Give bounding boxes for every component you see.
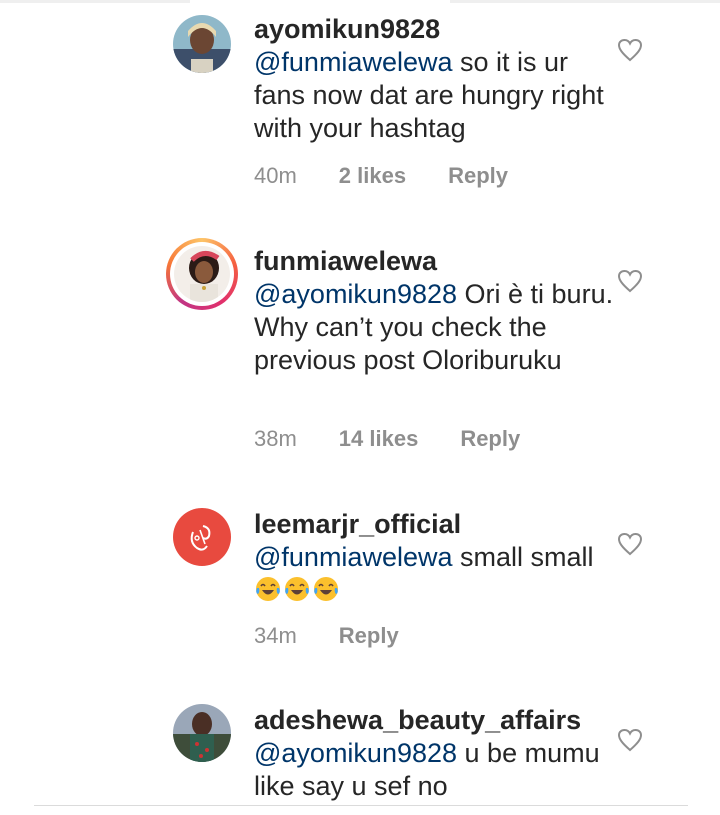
comment-mention[interactable]: @funmiawelewa (254, 542, 453, 572)
avatar[interactable] (173, 508, 231, 566)
avatar[interactable] (166, 238, 238, 310)
comment-mention[interactable]: @funmiawelewa (254, 47, 453, 77)
comment-body: adeshewa_beauty_affairs @ayomikun9828 u … (254, 704, 614, 803)
avatar[interactable] (173, 704, 231, 762)
laughing-emoji-group (254, 575, 341, 605)
reply-button[interactable]: Reply (339, 623, 399, 648)
comment-username[interactable]: ayomikun9828 (254, 13, 614, 46)
comment-time: 40m (254, 163, 297, 188)
comment-mention[interactable]: @ayomikun9828 (254, 279, 457, 309)
avatar[interactable] (173, 15, 231, 73)
comment-mention[interactable]: @ayomikun9828 (254, 738, 457, 768)
comment-likes[interactable]: 14 likes (339, 426, 419, 451)
comment-meta: 40m 2 likes Reply (254, 163, 550, 189)
face-with-tears-of-joy-emoji (256, 577, 280, 601)
heart-outline-icon[interactable] (617, 269, 643, 293)
face-with-tears-of-joy-emoji (314, 577, 338, 601)
comment-time: 34m (254, 623, 297, 648)
comment-username[interactable]: funmiawelewa (254, 245, 614, 278)
comment-meta: 34m Reply (254, 623, 441, 649)
comment-username[interactable]: leemarjr_official (254, 508, 614, 541)
comment-time: 38m (254, 426, 297, 451)
bottom-divider (34, 805, 688, 806)
comment-likes[interactable]: 2 likes (339, 163, 406, 188)
reply-button[interactable]: Reply (448, 163, 508, 188)
heart-outline-icon[interactable] (617, 532, 643, 556)
comment-text: small small (452, 542, 594, 572)
comment-body: leemarjr_official @funmiawelewa small sm… (254, 508, 614, 607)
top-divider (0, 0, 720, 4)
heart-outline-icon[interactable] (617, 38, 643, 62)
reply-button[interactable]: Reply (460, 426, 520, 451)
face-with-tears-of-joy-emoji (285, 577, 309, 601)
comment-username[interactable]: adeshewa_beauty_affairs (254, 704, 614, 737)
comment-body: ayomikun9828 @funmiawelewa so it is ur f… (254, 13, 614, 145)
comment-meta: 38m 14 likes Reply (254, 426, 562, 452)
heart-outline-icon[interactable] (617, 728, 643, 752)
comment-body: funmiawelewa @ayomikun9828 Ori è ti buru… (254, 245, 614, 377)
